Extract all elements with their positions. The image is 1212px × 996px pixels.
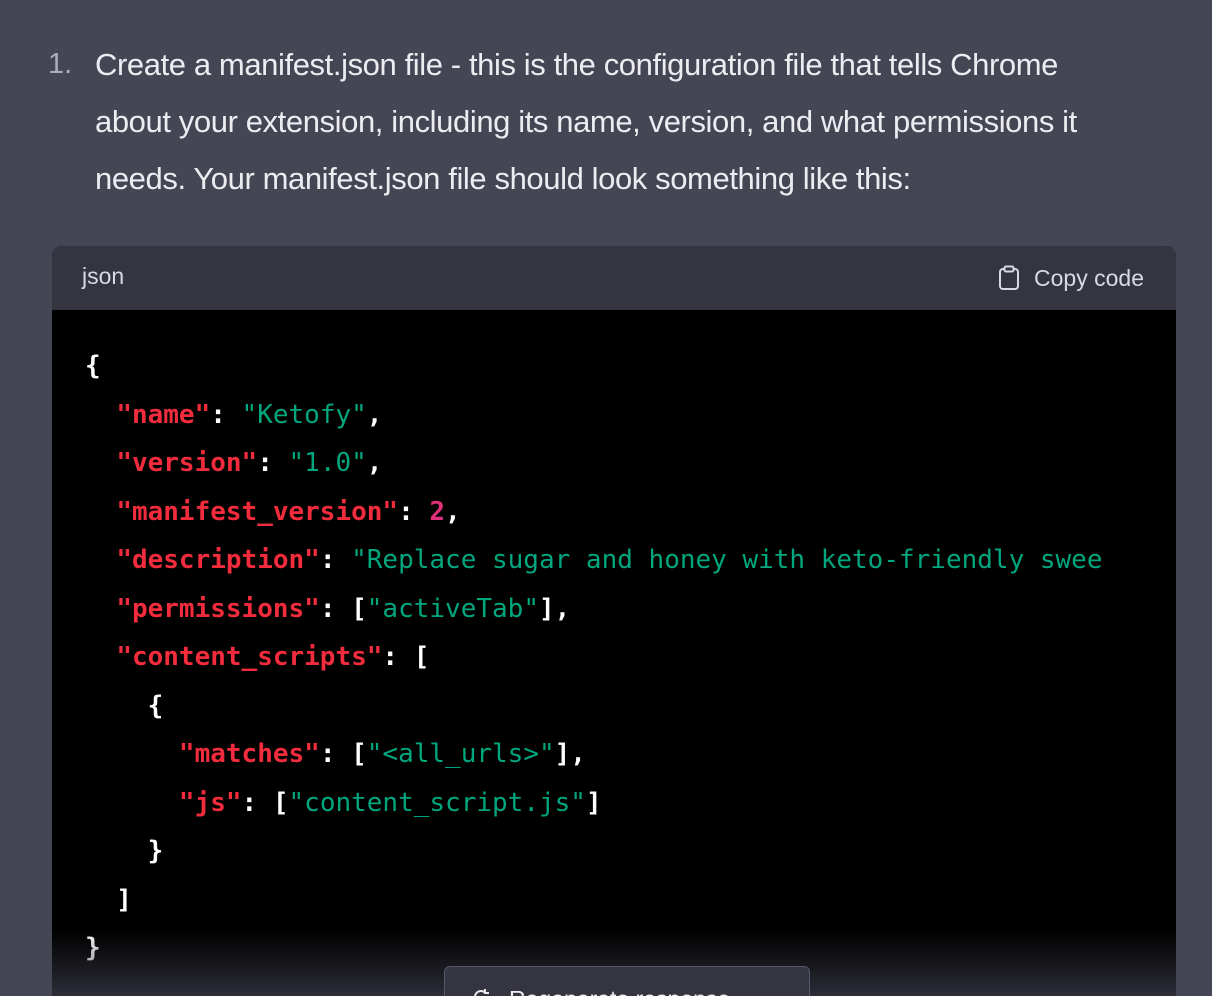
code-token: : xyxy=(210,399,242,430)
code-token: : [ xyxy=(241,787,289,818)
code-line: "js": ["content_script.js"] xyxy=(85,779,1176,828)
code-token: : xyxy=(257,448,289,478)
code-token: : xyxy=(398,496,430,527)
code-token: , xyxy=(445,496,461,527)
code-token: : [ xyxy=(319,593,367,624)
code-token: 2 xyxy=(429,496,446,527)
clipboard-icon xyxy=(998,265,1020,291)
copy-code-button[interactable]: Copy code xyxy=(998,262,1144,294)
code-line: } xyxy=(85,827,1176,876)
code-token: : [ xyxy=(382,642,430,672)
code-token: } xyxy=(85,933,101,962)
code-token: : [ xyxy=(319,739,367,769)
code-line: { xyxy=(85,342,1176,391)
code-line: } xyxy=(85,924,1176,962)
code-line: ] xyxy=(85,876,1176,925)
code-language-label: json xyxy=(82,263,125,289)
refresh-icon xyxy=(471,987,491,996)
code-token: "description" xyxy=(116,545,320,575)
code-token: "manifest_version" xyxy=(116,496,399,527)
code-token: "content_scripts" xyxy=(116,642,383,672)
code-line: "version": "1.0", xyxy=(85,439,1176,488)
code-token: "Ketofy" xyxy=(241,399,367,430)
code-line: "permissions": ["activeTab"], xyxy=(85,585,1176,634)
paragraph-line: about your extension, including its name… xyxy=(95,104,1077,139)
code-token: ] xyxy=(85,884,132,915)
code-token: "1.0" xyxy=(288,448,367,478)
regenerate-response-button[interactable]: Regenerate response xyxy=(444,966,810,996)
code-token: ], xyxy=(538,593,571,624)
code-token: "js" xyxy=(178,787,242,818)
code-line: "content_scripts": [ xyxy=(85,633,1176,682)
code-token: "name" xyxy=(116,399,211,430)
code-token: "permissions" xyxy=(116,593,320,624)
code-token: "matches" xyxy=(178,739,320,769)
paragraph-line: needs. Your manifest.json file should lo… xyxy=(95,161,911,196)
code-token: "<all_urls>" xyxy=(366,739,555,769)
code-token: "activeTab" xyxy=(366,593,539,624)
code-token: { xyxy=(85,351,101,381)
code-token: : xyxy=(319,545,352,575)
paragraph-line: Create a manifest.json file - this is th… xyxy=(95,47,1058,82)
list-number: 1. xyxy=(48,48,73,80)
code-token: , xyxy=(366,399,383,430)
code-line: "description": "Replace sugar and honey … xyxy=(85,536,1176,585)
code-header: json Copy code xyxy=(52,246,1176,310)
code-token: "version" xyxy=(116,448,258,478)
code-body: { "name": "Ketofy", "version": "1.0", "m… xyxy=(85,342,1176,962)
code-token: ], xyxy=(554,739,586,769)
code-line: { xyxy=(85,682,1176,731)
chat-message: 1. Create a manifest.json file - this is… xyxy=(0,0,1212,996)
regenerate-label: Regenerate response xyxy=(509,986,730,996)
code-token: , xyxy=(366,448,383,478)
code-token: "content_script.js" xyxy=(288,787,586,818)
code-line: "matches": ["<all_urls>"], xyxy=(85,730,1176,779)
code-token: { xyxy=(85,690,164,721)
code-token: } xyxy=(85,836,164,866)
message-paragraph: Create a manifest.json file - this is th… xyxy=(95,36,1195,207)
code-block: json Copy code { "name": "Ketofy", "vers… xyxy=(52,246,1176,996)
code-token: "Replace sugar and honey with keto-frien… xyxy=(351,545,1103,575)
code-token: ] xyxy=(585,787,602,818)
code-line: "name": "Ketofy", xyxy=(85,391,1176,440)
code-line: "manifest_version": 2, xyxy=(85,488,1176,537)
copy-code-label: Copy code xyxy=(1034,264,1144,291)
